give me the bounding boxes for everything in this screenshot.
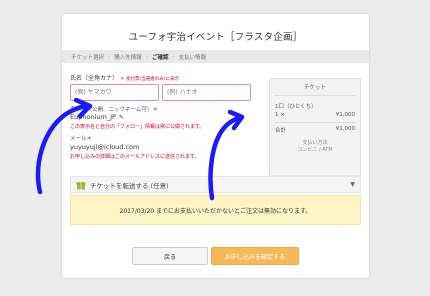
summary-qty: 1 × [275,112,285,118]
name-required-note: ＊ 受付票(当選者のみ)に表示 [120,77,179,82]
step-separator: › [108,53,111,60]
pencil-icon[interactable]: ✎ [119,114,124,121]
confirm-order-button[interactable]: お申し込みを確定する [211,247,299,265]
summary-payment: 支払い方法 コンビニ / ATM [270,140,360,154]
summary-divider [274,122,356,123]
step-breadcrumb: チケット選択 › 購入先情報 › ご確認 › 支払い情報 [62,50,369,63]
summary-qty-row: 1 × ¥1,000 [270,112,360,118]
chevron-down-icon: ▼ [350,181,355,188]
first-name-input[interactable] [162,84,251,101]
step-separator: › [172,53,175,60]
order-summary: チケット 1口（ひとくち） 1 × ¥1,000 合計 ¥1,000 支払い方法… [269,78,361,176]
annotation-arrow-right [208,109,245,201]
summary-total: ¥1,000 [335,126,355,132]
summary-title: チケット [274,79,356,96]
name-label: 氏名（全角カナ）＊ 受付票(当選者のみ)に表示 [70,73,179,82]
summary-item-name: 1口（ひとくち） [275,104,317,110]
step-separator: › [145,53,148,60]
summary-total-row: 合計 ¥1,000 [270,126,360,134]
transfer-label: チケットを転送する (任意) [90,181,169,190]
annotation-arrow-left [35,97,93,195]
name-label-text: 氏名（全角カナ） [70,75,119,82]
payment-method: コンビニ / ATM [297,147,333,153]
back-button[interactable]: 戻る [132,247,208,265]
summary-price: ¥1,000 [335,112,355,118]
payment-label: 支払い方法 [302,140,328,146]
page-title: ユーフォ宇治イベント［フラスタ企画］ [128,32,303,43]
step-ticket-select: チケット選択 [71,54,105,61]
step-confirm: ご確認 [151,54,169,61]
step-payment-info: 支払い情報 [178,54,207,61]
summary-total-label: 合計 [275,128,287,134]
summary-item-row: 1口（ひとくち） [270,102,360,110]
step-purchaser-info: 購入先情報 [114,54,142,61]
